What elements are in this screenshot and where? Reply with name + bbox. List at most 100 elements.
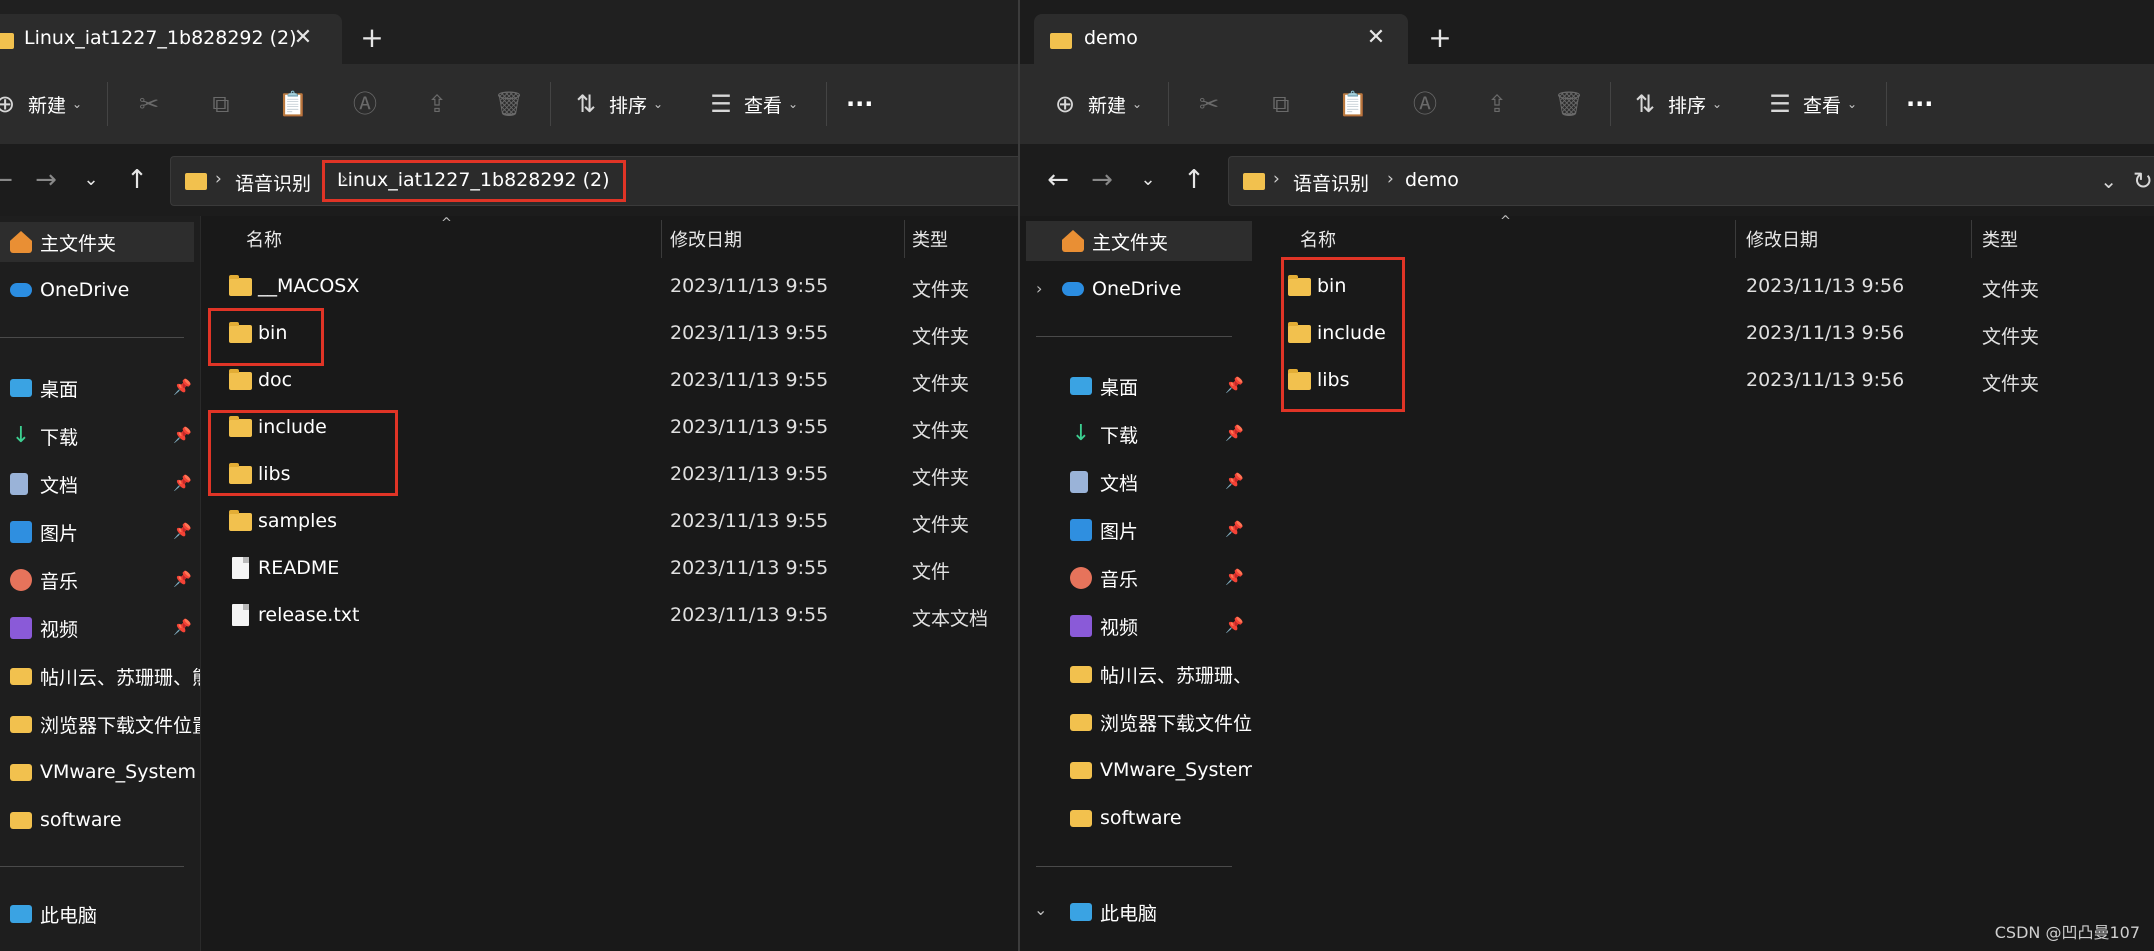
chevron-down-icon[interactable]: ⌄ — [2100, 169, 2117, 193]
more-button[interactable]: ··· — [846, 84, 873, 124]
sort-button[interactable]: ⇅ 排序 ⌄ — [1630, 84, 1722, 124]
recent-locations-button[interactable]: ⌄ — [1130, 162, 1166, 198]
sidebar-item-downloads[interactable]: ↓ 下载 📌 — [1020, 414, 1252, 454]
file-type: 文件夹 — [912, 420, 970, 442]
column-divider[interactable] — [661, 220, 662, 258]
file-date: 2023/11/13 9:55 — [670, 275, 829, 297]
view-button[interactable]: ☰ 查看 ⌄ — [1765, 84, 1857, 124]
sidebar-item-folder[interactable]: 浏览器下载文件位置 — [0, 704, 200, 744]
sidebar-item-folder[interactable]: software — [0, 800, 200, 840]
pin-icon[interactable]: 📌 — [1225, 520, 1244, 538]
sidebar-item-onedrive[interactable]: › OneDrive — [1020, 269, 1252, 309]
sidebar-item-documents[interactable]: 文档 📌 — [1020, 462, 1252, 502]
refresh-icon[interactable]: ↻ — [2133, 167, 2153, 195]
column-header-date[interactable]: 修改日期 — [1746, 226, 1818, 252]
home-icon — [10, 231, 32, 253]
sidebar-item-folder[interactable]: 浏览器下载文件位置 — [1020, 702, 1252, 742]
recent-locations-button[interactable]: ⌄ — [73, 162, 109, 198]
sidebar-item-music[interactable]: 音乐 📌 — [1020, 558, 1252, 598]
tab-current[interactable]: demo ✕ — [1034, 14, 1408, 64]
paste-button[interactable]: 📋 — [278, 84, 308, 124]
sidebar-item-music[interactable]: 音乐 📌 — [0, 560, 200, 600]
pin-icon[interactable]: 📌 — [173, 570, 192, 588]
rename-button[interactable]: Ⓐ — [1410, 84, 1440, 124]
sidebar-item-videos[interactable]: 视频 📌 — [1020, 606, 1252, 646]
sidebar-item-pictures[interactable]: 图片 📌 — [1020, 510, 1252, 550]
breadcrumb-current[interactable]: demo — [1405, 169, 1459, 191]
sidebar-item-onedrive[interactable]: OneDrive — [0, 270, 200, 310]
copy-button[interactable]: ⧉ — [1266, 84, 1296, 124]
new-tab-button[interactable]: + — [1422, 20, 1458, 56]
column-header-type[interactable]: 类型 — [1982, 226, 2018, 252]
pin-icon[interactable]: 📌 — [1225, 616, 1244, 634]
breadcrumb-item[interactable]: 语音识别 — [235, 169, 311, 196]
pin-icon[interactable]: 📌 — [173, 474, 192, 492]
column-divider[interactable] — [904, 220, 905, 258]
sidebar-item-folder[interactable]: VMware_System — [1020, 750, 1252, 790]
tab-current[interactable]: Linux_iat1227_1b828292 (2) ✕ — [0, 14, 342, 64]
sidebar-item-videos[interactable]: 视频 📌 — [0, 608, 200, 648]
forward-button[interactable]: → — [28, 162, 64, 198]
column-header-name[interactable]: 名称 — [1300, 226, 1336, 252]
pin-icon[interactable]: 📌 — [173, 426, 192, 444]
back-button[interactable]: ← — [1040, 162, 1076, 198]
pin-icon[interactable]: 📌 — [1225, 424, 1244, 442]
view-button[interactable]: ☰ 查看 ⌄ — [706, 84, 798, 124]
sidebar-item-desktop[interactable]: 桌面 📌 — [1020, 366, 1252, 406]
sidebar-item-folder[interactable]: 帖川云、苏珊珊、熊 — [1020, 654, 1252, 694]
share-button[interactable]: ⇪ — [422, 84, 452, 124]
file-row[interactable]: __MACOSX 2023/11/13 9:55 文件夹 — [201, 266, 1018, 312]
sidebar-item-folder[interactable]: VMware_System — [0, 752, 200, 792]
breadcrumb-item[interactable]: 语音识别 — [1293, 169, 1369, 196]
file-row[interactable]: samples 2023/11/13 9:55 文件夹 — [201, 501, 1018, 547]
sidebar-item-documents[interactable]: 文档 📌 — [0, 464, 200, 504]
chevron-right-icon[interactable]: › — [1036, 279, 1042, 298]
more-button[interactable]: ··· — [1906, 84, 1933, 124]
file-row[interactable]: doc 2023/11/13 9:55 文件夹 — [201, 360, 1018, 406]
pin-icon[interactable]: 📌 — [173, 618, 192, 636]
new-button[interactable]: ⊕ 新建 ⌄ — [0, 84, 82, 124]
pin-icon[interactable]: 📌 — [1225, 472, 1244, 490]
sidebar-item-pictures[interactable]: 图片 📌 — [0, 512, 200, 552]
close-icon[interactable]: ✕ — [289, 24, 317, 52]
pin-icon[interactable]: 📌 — [173, 522, 192, 540]
sidebar-item-this-pc[interactable]: 此电脑 — [0, 894, 200, 934]
close-icon[interactable]: ✕ — [1362, 24, 1390, 52]
cut-button[interactable]: ✂ — [134, 84, 164, 124]
sidebar-item-folder[interactable]: 帖川云、苏珊珊、熊 — [0, 656, 200, 696]
delete-button[interactable]: 🗑 — [494, 84, 524, 124]
new-tab-button[interactable]: + — [354, 20, 390, 56]
column-header-date[interactable]: 修改日期 — [670, 226, 742, 252]
column-header-type[interactable]: 类型 — [912, 226, 948, 252]
back-button[interactable]: ← — [0, 162, 20, 198]
column-divider[interactable] — [1971, 220, 1972, 258]
forward-button[interactable]: → — [1084, 162, 1120, 198]
pin-icon[interactable]: 📌 — [173, 378, 192, 396]
delete-button[interactable]: 🗑 — [1554, 84, 1584, 124]
sidebar-item-downloads[interactable]: ↓ 下载 📌 — [0, 416, 200, 456]
sidebar-item-home[interactable]: 主文件夹 — [0, 222, 194, 262]
file-name: samples — [258, 510, 337, 532]
new-button[interactable]: ⊕ 新建 ⌄ — [1050, 84, 1142, 124]
file-row[interactable]: release.txt 2023/11/13 9:55 文本文档 — [201, 595, 1018, 641]
sort-button[interactable]: ⇅ 排序 ⌄ — [571, 84, 663, 124]
paste-button[interactable]: 📋 — [1338, 84, 1368, 124]
share-button[interactable]: ⇪ — [1482, 84, 1512, 124]
sidebar-item-desktop[interactable]: 桌面 📌 — [0, 368, 200, 408]
chevron-down-icon[interactable]: ⌄ — [1034, 900, 1047, 919]
sidebar-item-folder[interactable]: software — [1020, 798, 1252, 838]
clipboard-icon: 📋 — [278, 90, 308, 118]
pin-icon[interactable]: 📌 — [1225, 568, 1244, 586]
file-row[interactable]: README 2023/11/13 9:55 文件 — [201, 548, 1018, 594]
up-button[interactable]: ↑ — [119, 162, 155, 198]
sidebar-item-home[interactable]: 主文件夹 — [1026, 221, 1252, 261]
copy-button[interactable]: ⧉ — [206, 84, 236, 124]
address-field[interactable]: › 语音识别 › demo ⌄ ↻ — [1228, 156, 2154, 206]
cut-button[interactable]: ✂ — [1194, 84, 1224, 124]
up-button[interactable]: ↑ — [1176, 162, 1212, 198]
sidebar-item-this-pc[interactable]: ⌄ 此电脑 — [1020, 892, 1252, 932]
rename-button[interactable]: Ⓐ — [350, 84, 380, 124]
column-divider[interactable] — [1735, 220, 1736, 258]
column-header-name[interactable]: 名称 — [246, 226, 282, 252]
pin-icon[interactable]: 📌 — [1225, 376, 1244, 394]
